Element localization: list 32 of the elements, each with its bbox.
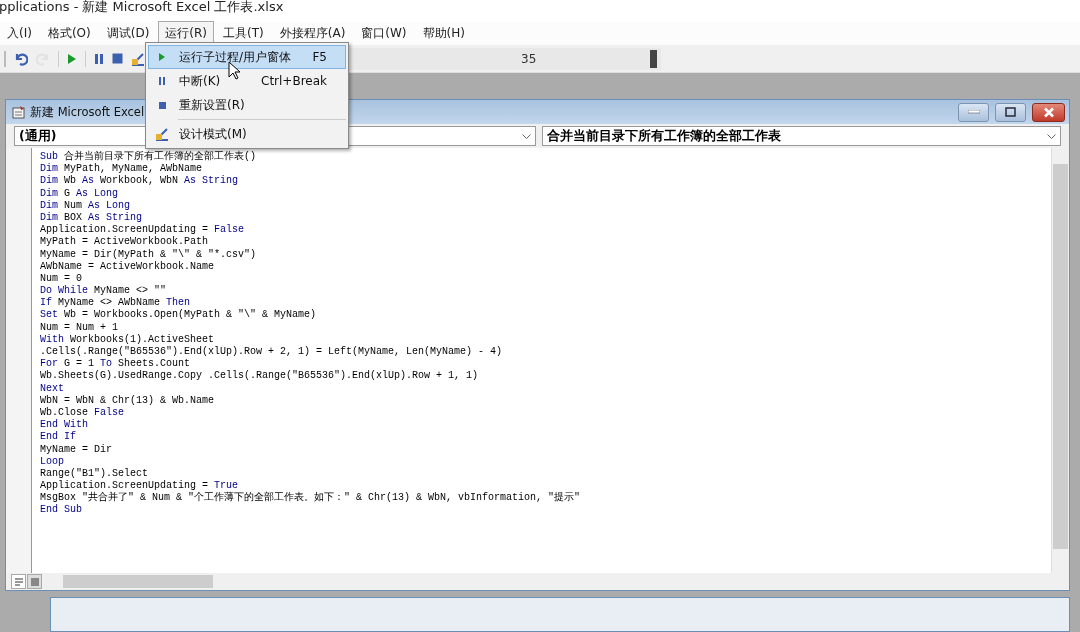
code-line: MyPath = ActiveWorkbook.Path [40,236,210,249]
code-line: With Workbooks(1).ActiveSheet [40,333,216,346]
code-line: End With [40,419,89,431]
code-line: Application.ScreenUpdating = False [40,224,246,236]
code-line: Next [40,382,65,395]
code-line: End Sub [40,504,83,517]
code-line: .Cells(.Range("B65536").End(xlUp).Row + 2, 1) = Left(MyName, Len(MyName) - 4) [40,346,504,358]
code-line: End If [40,431,77,444]
window-title: pplications - 新建 Microsoft Excel 工作表.xlsx [0,0,284,14]
code-line: Sub 合并当前目录下所有工作簿的全部工作表() [40,151,258,163]
code-line: Wb.Close False [40,406,126,419]
code-line: AWbName = ActiveWorkbook.Name [40,260,216,273]
code-line: Range("B1").Select [40,467,150,480]
code-line: Dim MyPath, MyName, AWbName [40,163,204,175]
code-line: Do While MyName <> "" [40,285,168,297]
code-line: Dim BOX As String [40,211,144,224]
code-line: WbN = WbN & Chr(13) & Wb.Name [40,394,216,407]
code-line: Application.ScreenUpdating = True [40,480,240,492]
code-line: For G = 1 To Sheets.Count [40,358,192,370]
code-line: Dim G As Long [40,187,120,200]
code-line: Loop [40,455,65,468]
code-line: Num = Num + 1 [40,321,119,334]
code-line: Num = 0 [40,272,83,285]
code-line: Dim Wb As Workbook, WbN As String [40,175,240,188]
code-line: MyName = Dir [40,443,113,456]
code-window-title: 新建 Microsoft Excel [30,104,145,120]
code-line: Wb.Sheets(G).UsedRange.Copy .Cells(.Range("B65536").End(xlUp).Row + 1, 1) [40,370,480,383]
code-line: Set Wb = Workbooks.Open(MyPath & "\" & MyName) [40,309,318,322]
code-line: Dim Num As Long [40,199,132,212]
code-line: If MyName <> AWbName Then [40,297,192,309]
code-line: MyName = Dir(MyPath & "\" & "*.csv") [40,248,258,261]
code-line: MsgBox "共合并了" & Num & "个工作薄下的全部工作表。如下：" & Chr(13) & WbN, vbInformation, "提示" [40,492,582,504]
